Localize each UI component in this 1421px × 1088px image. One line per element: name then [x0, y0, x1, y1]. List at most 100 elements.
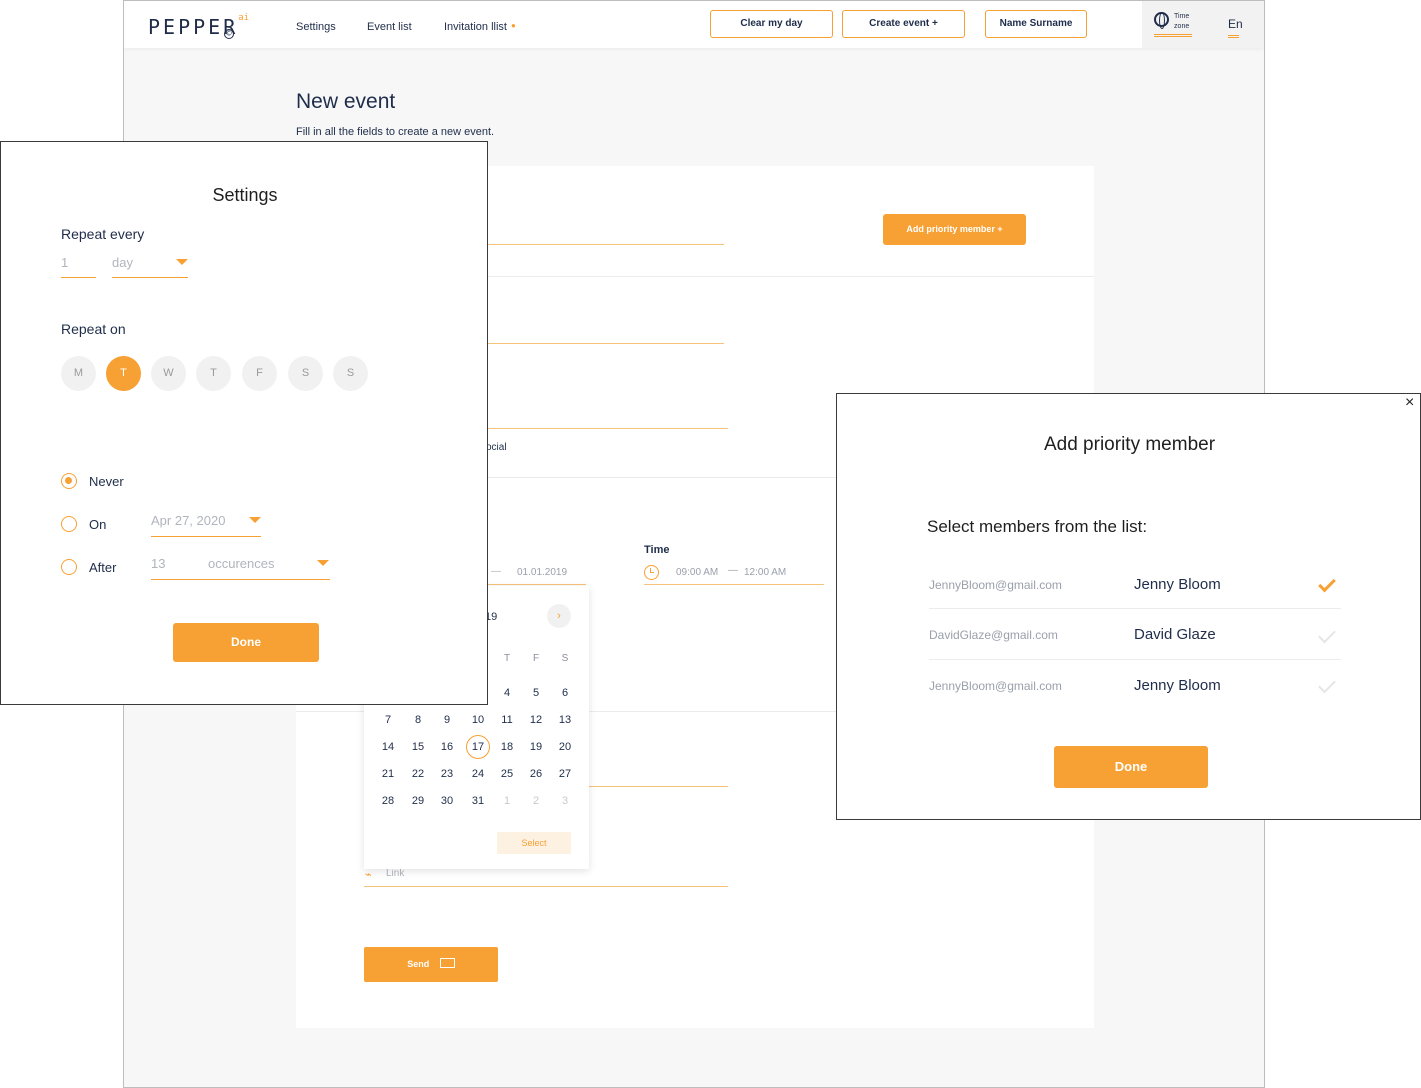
calendar-day[interactable]: 7 [376, 708, 400, 732]
calendar-day[interactable]: 21 [376, 762, 400, 786]
calendar-day[interactable]: 22 [406, 762, 430, 786]
calendar-day[interactable]: 17 [466, 735, 490, 759]
pepper-logo[interactable]: PEPPERai © [148, 13, 249, 39]
send-button[interactable]: Send [364, 947, 498, 982]
end-never-label: Never [89, 474, 124, 489]
calendar-day[interactable]: 20 [553, 735, 577, 759]
link-input[interactable]: Link [386, 868, 404, 879]
member-name: Jenny Bloom [1134, 576, 1221, 593]
profile-button[interactable]: Name Surname [985, 10, 1087, 38]
link-field-underline [364, 886, 728, 887]
notification-dot-icon: ● [510, 21, 516, 30]
member-row-divider [929, 608, 1341, 609]
calendar-day[interactable]: 30 [435, 789, 459, 813]
calendar-select-button[interactable]: Select [497, 832, 571, 854]
end-on-date-caret-icon[interactable] [249, 517, 261, 523]
end-after-count-input[interactable]: 13 [151, 556, 165, 571]
clock-icon [644, 565, 659, 580]
language-switcher[interactable]: En [1204, 1, 1264, 48]
settings-dialog: Settings Repeat every 1 day Repeat on M … [0, 141, 488, 705]
repeat-unit-caret-icon[interactable] [176, 259, 188, 265]
calendar-day[interactable]: 10 [466, 708, 490, 732]
field-underline-4[interactable] [586, 786, 728, 787]
time-end-value[interactable]: 12:00 AM [744, 567, 786, 578]
calendar-day[interactable]: 31 [466, 789, 490, 813]
member-name: Jenny Bloom [1134, 677, 1221, 694]
nav-invitation-list[interactable]: Invitation llist ● [444, 21, 516, 33]
timezone-underline [1154, 34, 1192, 35]
repeat-on-label: Repeat on [61, 321, 126, 337]
nav-event-list[interactable]: Event list [367, 21, 412, 33]
calendar-day[interactable]: 8 [406, 708, 430, 732]
next-month-chevron-icon[interactable]: › [547, 604, 571, 628]
calendar-day[interactable]: 24 [466, 762, 490, 786]
title-field-underline[interactable] [488, 244, 724, 245]
time-label: Time [644, 544, 670, 556]
priority-done-button[interactable]: Done [1054, 746, 1208, 788]
calendar-day[interactable]: 5 [524, 681, 548, 705]
member-email: DavidGlaze@gmail.com [929, 628, 1058, 642]
day-toggle-friday[interactable]: F [242, 356, 277, 391]
calendar-day[interactable]: 14 [376, 735, 400, 759]
calendar-day[interactable]: 25 [495, 762, 519, 786]
calendar-day[interactable]: 16 [435, 735, 459, 759]
member-check-icon[interactable] [1318, 625, 1336, 644]
calendar-day[interactable]: 4 [495, 681, 519, 705]
calendar-day[interactable]: 19 [524, 735, 548, 759]
calendar-day[interactable]: 6 [553, 681, 577, 705]
date-field-underline[interactable] [488, 584, 586, 585]
calendar-day[interactable]: 3 [553, 789, 577, 813]
repeat-count-underline [61, 277, 96, 278]
time-field-underline[interactable] [644, 584, 824, 585]
calendar-day[interactable]: 11 [495, 708, 519, 732]
calendar-day[interactable]: 13 [553, 708, 577, 732]
social-option-label: ocial [486, 442, 507, 453]
clear-my-day-button[interactable]: Clear my day [710, 10, 833, 38]
repeat-count-input[interactable]: 1 [61, 255, 68, 270]
timezone-button[interactable]: Time zone [1142, 1, 1204, 48]
repeat-unit-select[interactable]: day [112, 255, 133, 270]
calendar-day[interactable]: 23 [435, 762, 459, 786]
calendar-day[interactable]: 29 [406, 789, 430, 813]
calendar-day[interactable]: 9 [435, 708, 459, 732]
repeat-every-label: Repeat every [61, 226, 145, 242]
day-toggle-tuesday[interactable]: T [106, 356, 141, 391]
top-navigation-bar: PEPPERai © Settings Event list Invitation… [124, 1, 1264, 48]
settings-done-button[interactable]: Done [173, 623, 319, 662]
date-value[interactable]: 01.01.2019 [517, 567, 567, 578]
close-icon[interactable]: × [1405, 394, 1414, 412]
calendar-day[interactable]: 15 [406, 735, 430, 759]
field-underline-3[interactable] [488, 428, 728, 429]
member-email: JennyBloom@gmail.com [929, 679, 1062, 693]
date-dash: — [491, 566, 501, 577]
priority-dialog-title: Add priority member [1043, 434, 1216, 455]
end-after-caret-icon[interactable] [317, 560, 329, 566]
end-after-unit-select[interactable]: occurences [208, 556, 274, 571]
member-check-icon[interactable] [1318, 675, 1336, 694]
day-toggle-monday[interactable]: M [61, 356, 96, 391]
end-after-label: After [89, 560, 117, 575]
day-toggle-saturday[interactable]: S [288, 356, 323, 391]
field-underline-2[interactable] [488, 343, 724, 344]
calendar-day[interactable]: 26 [524, 762, 548, 786]
calendar-day[interactable]: 12 [524, 708, 548, 732]
day-toggle-wednesday[interactable]: W [151, 356, 186, 391]
day-toggle-sunday[interactable]: S [333, 356, 368, 391]
create-event-button[interactable]: Create event + [842, 10, 965, 38]
link-icon: ⌁ [365, 869, 372, 881]
end-on-label: On [89, 517, 107, 532]
end-on-date-input[interactable]: Apr 27, 2020 [151, 513, 225, 528]
end-after-radio[interactable] [61, 559, 77, 575]
calendar-day[interactable]: 28 [376, 789, 400, 813]
member-check-icon[interactable] [1318, 574, 1336, 593]
end-never-radio[interactable] [61, 473, 77, 489]
add-priority-member-button[interactable]: Add priority member + [883, 214, 1026, 245]
nav-settings[interactable]: Settings [296, 21, 336, 33]
calendar-day[interactable]: 27 [553, 762, 577, 786]
calendar-day[interactable]: 2 [524, 789, 548, 813]
calendar-day[interactable]: 18 [495, 735, 519, 759]
time-start-value[interactable]: 09:00 AM [676, 567, 718, 578]
end-on-radio[interactable] [61, 516, 77, 532]
calendar-day[interactable]: 1 [495, 789, 519, 813]
day-toggle-thursday[interactable]: T [196, 356, 231, 391]
